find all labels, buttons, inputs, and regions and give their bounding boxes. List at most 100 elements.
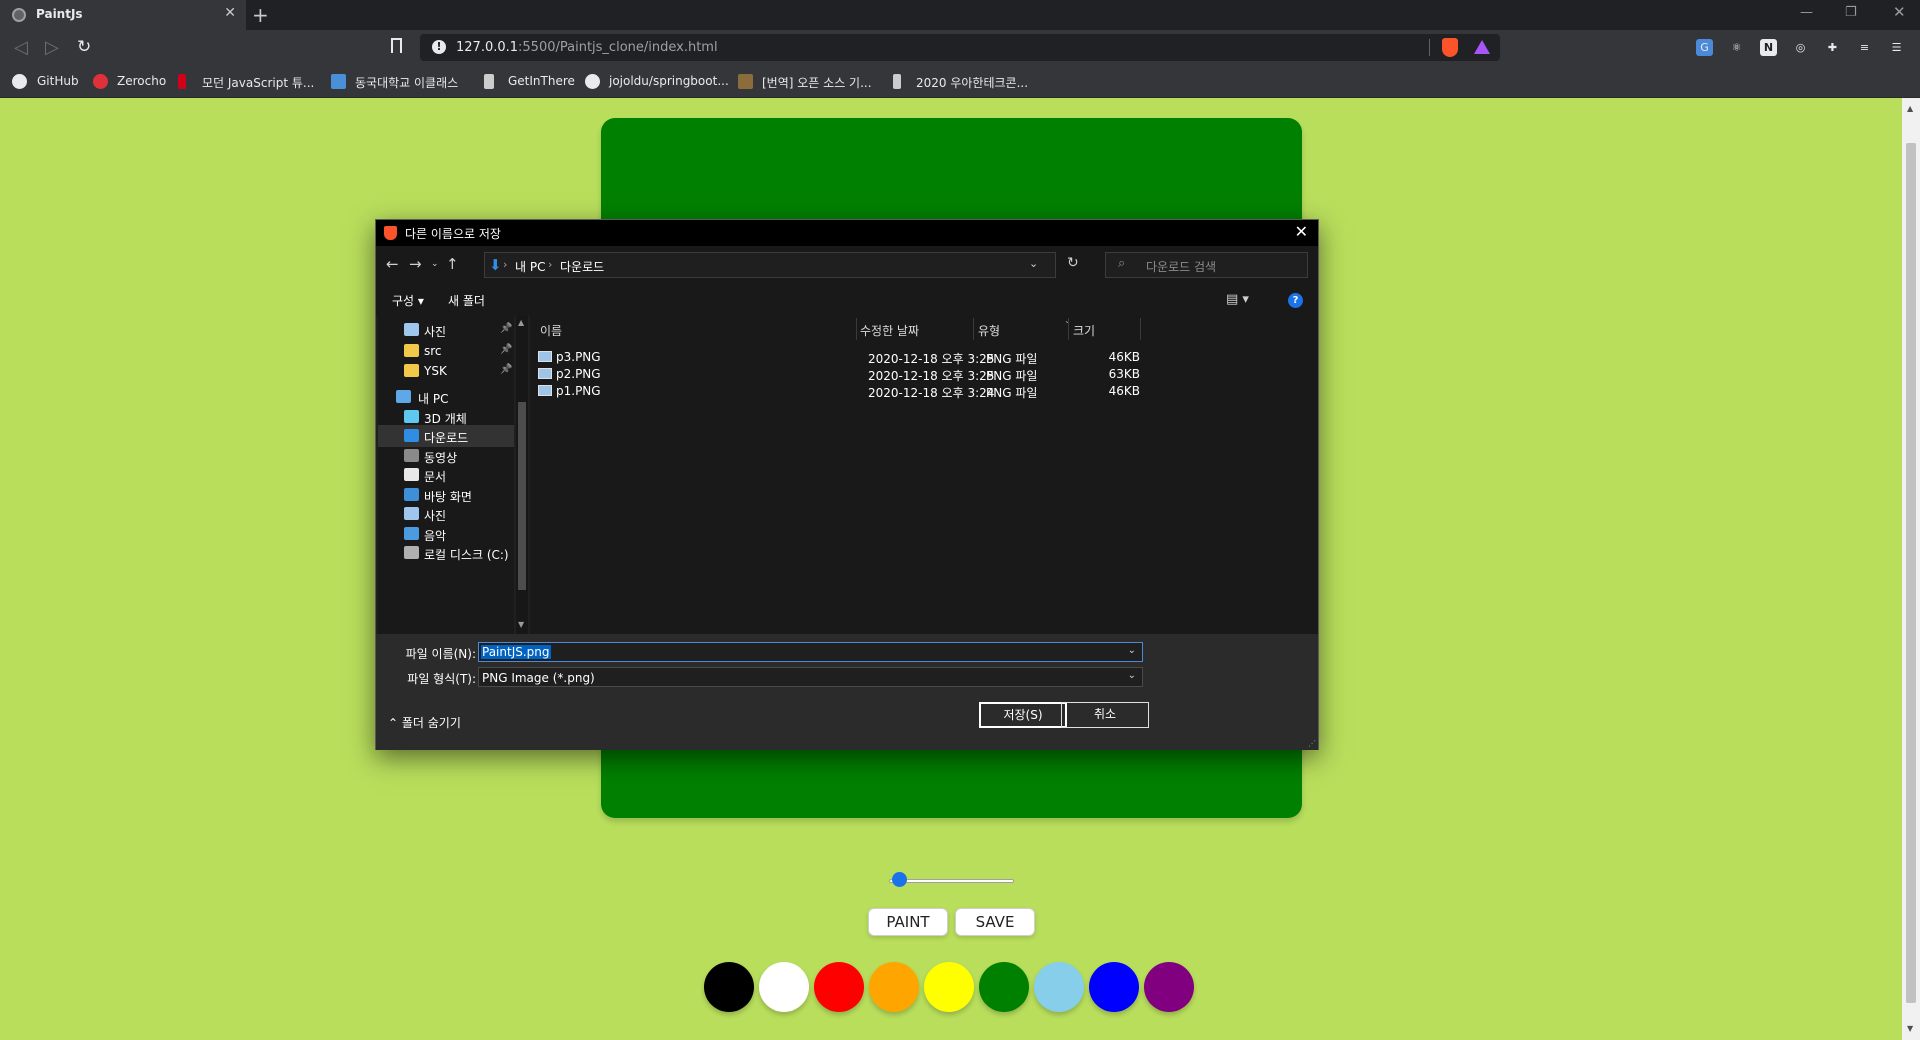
column-type[interactable]: 유형: [978, 322, 1000, 339]
file-row[interactable]: p2.PNG 2020-12-18 오후 3:25 PNG 파일 63KB: [538, 365, 1158, 383]
extensions-puzzle-icon[interactable]: ✚: [1824, 39, 1841, 56]
minimize-icon[interactable]: —: [1800, 5, 1813, 20]
slider-thumb[interactable]: [892, 872, 907, 887]
nav-item[interactable]: src 📌: [378, 340, 514, 362]
back-arrow-icon[interactable]: ←: [386, 255, 399, 273]
bookmark-eclass[interactable]: 동국대학교 이클래스: [355, 74, 458, 91]
chevron-down-icon[interactable]: ⌄: [1128, 645, 1136, 656]
folder-search-input[interactable]: ⌕ 다운로드 검색: [1105, 252, 1308, 278]
brave-shields-icon[interactable]: [1442, 38, 1458, 57]
filename-value[interactable]: PaintJS.png: [481, 645, 551, 659]
help-icon[interactable]: ?: [1288, 293, 1303, 308]
new-folder-button[interactable]: 새 폴더: [448, 292, 485, 309]
forward-icon[interactable]: ▷: [45, 37, 59, 58]
filetype-select[interactable]: PNG Image (*.png) ⌄: [478, 667, 1143, 687]
search-placeholder: 다운로드 검색: [1146, 260, 1217, 274]
scroll-down-icon[interactable]: ▼: [1907, 1024, 1913, 1033]
view-options-icon[interactable]: ▤ ▾: [1226, 292, 1249, 307]
zerocho-icon: [93, 74, 108, 89]
back-icon[interactable]: ◁: [14, 37, 28, 58]
file-size: 63KB: [1108, 367, 1140, 381]
color-swatch[interactable]: [1144, 962, 1194, 1012]
color-swatch[interactable]: [1089, 962, 1139, 1012]
translate-extension-icon[interactable]: G: [1696, 39, 1713, 56]
bookmark-springboot[interactable]: jojoldu/springboot...: [609, 74, 729, 88]
nav-item[interactable]: 사진: [378, 503, 514, 525]
navigation-scrollbar[interactable]: ▲ ▼: [516, 316, 528, 634]
color-swatch[interactable]: [704, 962, 754, 1012]
color-swatch[interactable]: [1034, 962, 1084, 1012]
url-text[interactable]: 127.0.0.1:5500/Paintjs_clone/index.html: [456, 40, 718, 55]
nav-item[interactable]: 사진 📌: [378, 319, 514, 341]
scroll-up-icon[interactable]: ▲: [518, 318, 524, 327]
nav-item[interactable]: 다운로드: [378, 425, 514, 447]
info-icon[interactable]: !: [432, 40, 446, 54]
column-modified[interactable]: 수정한 날짜: [860, 322, 919, 339]
chevron-down-icon[interactable]: ⌄: [1128, 670, 1136, 681]
bookmark-page-icon[interactable]: [391, 38, 402, 53]
organize-button[interactable]: 구성 ▾: [392, 292, 424, 309]
column-name[interactable]: 이름: [540, 322, 562, 339]
nav-item-label: 내 PC: [418, 392, 449, 406]
file-modified: 2020-12-18 오후 3:24: [868, 386, 995, 400]
bookmark-modern-javascript[interactable]: 모던 JavaScript 튜...: [202, 74, 314, 91]
nav-item-label: 다운로드: [424, 431, 469, 445]
breadcrumb-downloads[interactable]: 다운로드: [560, 258, 604, 275]
color-swatch[interactable]: [924, 962, 974, 1012]
scroll-thumb[interactable]: [1906, 143, 1916, 1003]
scroll-down-icon[interactable]: ▼: [518, 620, 524, 629]
scroll-thumb[interactable]: [518, 402, 526, 590]
file-row[interactable]: p3.PNG 2020-12-18 오후 3:25 PNG 파일 46KB: [538, 348, 1158, 366]
bookmark-woowa-techcon[interactable]: 2020 우아한테크콘...: [916, 74, 1028, 91]
color-swatch[interactable]: [979, 962, 1029, 1012]
brave-rewards-icon[interactable]: [1474, 40, 1490, 54]
cancel-button[interactable]: 취소: [1061, 702, 1149, 728]
javascript-info-icon: [178, 74, 186, 89]
filetype-label: 파일 형식(T):: [407, 672, 476, 686]
dialog-close-icon[interactable]: ✕: [1295, 222, 1308, 241]
scroll-up-icon[interactable]: ▲: [1907, 104, 1913, 113]
close-window-icon[interactable]: ✕: [1893, 3, 1906, 21]
page-scrollbar[interactable]: ▲ ▼: [1902, 98, 1920, 1040]
reading-list-icon[interactable]: ≡: [1856, 39, 1873, 56]
notion-extension-icon[interactable]: N: [1760, 39, 1777, 56]
resize-grip-icon[interactable]: ⋰: [1308, 739, 1316, 748]
restore-icon[interactable]: ❐: [1845, 5, 1857, 20]
bookmark-getinthere[interactable]: GetInThere: [508, 74, 575, 88]
save-button[interactable]: SAVE: [955, 908, 1035, 936]
target-extension-icon[interactable]: ◎: [1792, 39, 1809, 56]
brush-size-slider[interactable]: [889, 872, 1014, 887]
save-dialog-button[interactable]: 저장(S): [979, 702, 1067, 728]
nav-item[interactable]: YSK 📌: [378, 360, 514, 382]
react-devtools-icon[interactable]: ⚛: [1728, 39, 1745, 56]
bookmark-github[interactable]: GitHub: [37, 74, 79, 88]
new-tab-icon[interactable]: +: [252, 3, 269, 27]
forward-arrow-icon[interactable]: →: [409, 255, 422, 273]
folder-icon: [404, 488, 419, 501]
browser-tab[interactable]: PaintJs ✕: [0, 0, 246, 30]
path-dropdown-icon[interactable]: ⌄: [1029, 257, 1038, 270]
nav-item[interactable]: 내 PC: [378, 386, 514, 408]
reload-icon[interactable]: ↻: [77, 37, 91, 57]
tab-close-icon[interactable]: ✕: [224, 5, 236, 21]
bookmark-zerocho[interactable]: Zerocho: [117, 74, 166, 88]
up-arrow-icon[interactable]: ↑: [446, 255, 459, 273]
hide-folders-toggle[interactable]: ⌃ 폴더 숨기기: [388, 714, 461, 731]
color-swatch[interactable]: [759, 962, 809, 1012]
color-swatch[interactable]: [814, 962, 864, 1012]
column-size[interactable]: 크기: [1073, 322, 1095, 339]
color-swatch[interactable]: [869, 962, 919, 1012]
address-bar[interactable]: ! 127.0.0.1:5500/Paintjs_clone/index.htm…: [420, 34, 1500, 61]
mode-button[interactable]: PAINT: [868, 908, 948, 936]
recent-dropdown-icon[interactable]: ⌄: [431, 259, 439, 269]
menu-icon[interactable]: ☰: [1888, 39, 1905, 56]
path-bar[interactable]: ⬇ › 내 PC › 다운로드 ⌄: [484, 252, 1056, 278]
breadcrumb-my-pc[interactable]: 내 PC: [515, 258, 545, 275]
bookmark-open-source[interactable]: [번역] 오픈 소스 기...: [762, 74, 872, 91]
filename-input[interactable]: PaintJS.png ⌄: [478, 642, 1143, 662]
refresh-icon[interactable]: ↻: [1067, 255, 1079, 271]
nav-item[interactable]: 로컬 디스크 (C:): [378, 542, 514, 564]
folder-icon: [404, 344, 419, 357]
file-row[interactable]: p1.PNG 2020-12-18 오후 3:24 PNG 파일 46KB: [538, 382, 1158, 400]
nav-item[interactable]: 문서: [378, 464, 514, 486]
